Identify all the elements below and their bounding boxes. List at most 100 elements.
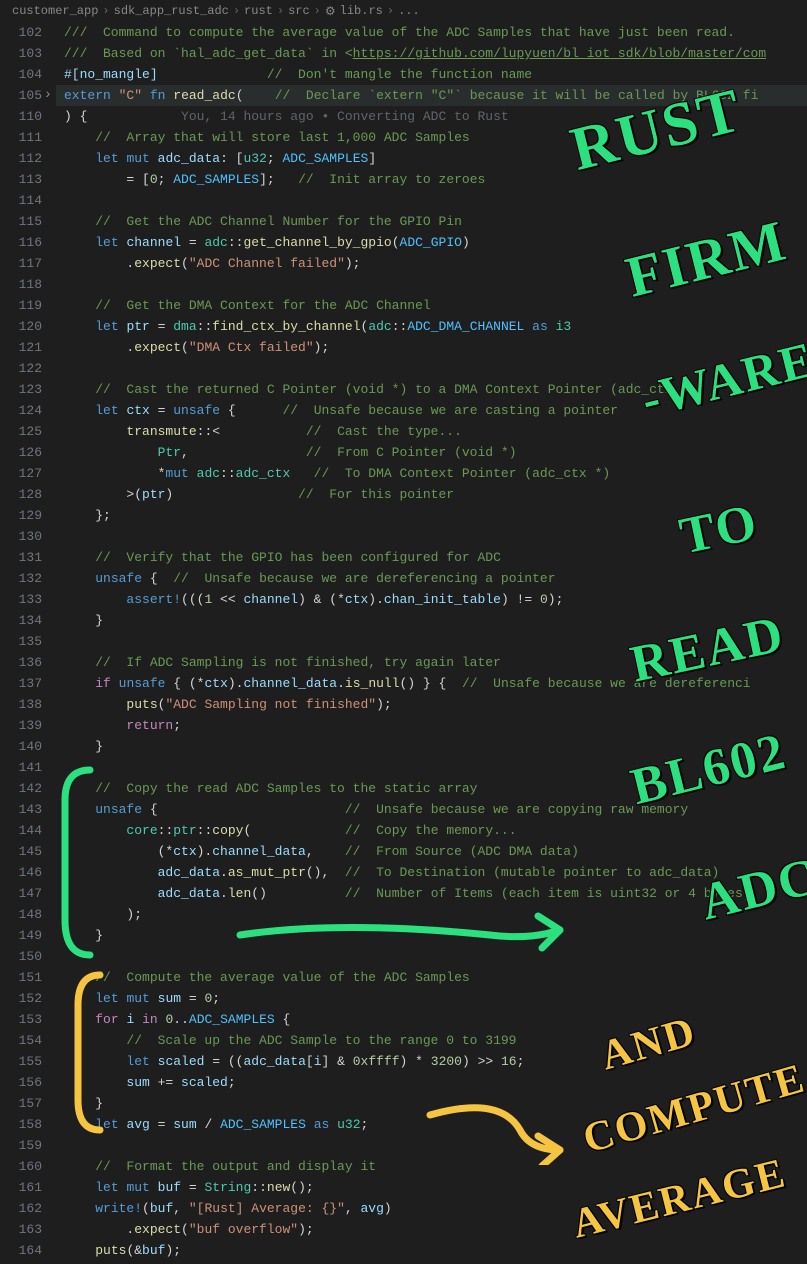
- code-line[interactable]: // Array that will store last 1,000 ADC …: [56, 127, 807, 148]
- code-line[interactable]: }: [56, 925, 807, 946]
- line-number: 124: [0, 400, 42, 421]
- code-line[interactable]: adc_data.len() // Number of Items (each …: [56, 883, 807, 904]
- code-line[interactable]: /// Based on `hal_adc_get_data` in <http…: [56, 43, 807, 64]
- code-line[interactable]: }: [56, 610, 807, 631]
- line-number: 122: [0, 358, 42, 379]
- breadcrumb-item[interactable]: lib.rs: [340, 4, 383, 18]
- line-number: 117: [0, 253, 42, 274]
- line-number: 111: [0, 127, 42, 148]
- line-number: 146: [0, 862, 42, 883]
- line-number: 151: [0, 967, 42, 988]
- code-line[interactable]: let mut sum = 0;: [56, 988, 807, 1009]
- breadcrumb-item[interactable]: customer_app: [12, 4, 98, 18]
- code-line[interactable]: for i in 0..ADC_SAMPLES {: [56, 1009, 807, 1030]
- code-line[interactable]: );: [56, 904, 807, 925]
- breadcrumb[interactable]: customer_app › sdk_app_rust_adc › rust ›…: [0, 0, 807, 22]
- line-number: 102: [0, 22, 42, 43]
- code-line[interactable]: let ptr = dma::find_ctx_by_channel(adc::…: [56, 316, 807, 337]
- code-area[interactable]: /// Command to compute the average value…: [56, 22, 807, 1264]
- code-line[interactable]: // Get the ADC Channel Number for the GP…: [56, 211, 807, 232]
- line-number: 126: [0, 442, 42, 463]
- code-line[interactable]: };: [56, 505, 807, 526]
- line-number: 130: [0, 526, 42, 547]
- line-number: 105: [0, 85, 42, 106]
- line-number: 136: [0, 652, 42, 673]
- chevron-right-icon: ›: [233, 4, 240, 18]
- line-number: 161: [0, 1177, 42, 1198]
- code-line[interactable]: [56, 757, 807, 778]
- code-line[interactable]: adc_data.as_mut_ptr(), // To Destination…: [56, 862, 807, 883]
- line-number: 158: [0, 1114, 42, 1135]
- code-line[interactable]: ) { You, 14 hours ago • Converting ADC t…: [56, 106, 807, 127]
- code-line[interactable]: let mut buf = String::new();: [56, 1177, 807, 1198]
- code-line[interactable]: // Cast the returned C Pointer (void *) …: [56, 379, 807, 400]
- line-number: 103: [0, 43, 42, 64]
- code-line[interactable]: // Verify that the GPIO has been configu…: [56, 547, 807, 568]
- code-line[interactable]: extern "C" fn read_adc( // Declare `exte…: [56, 85, 807, 106]
- line-number: 143: [0, 799, 42, 820]
- code-line[interactable]: [56, 946, 807, 967]
- line-number: 153: [0, 1009, 42, 1030]
- code-line[interactable]: [56, 526, 807, 547]
- line-number: 129: [0, 505, 42, 526]
- code-line[interactable]: Ptr, // From C Pointer (void *): [56, 442, 807, 463]
- code-line[interactable]: = [0; ADC_SAMPLES]; // Init array to zer…: [56, 169, 807, 190]
- breadcrumb-item[interactable]: ...: [398, 4, 420, 18]
- code-line[interactable]: return;: [56, 715, 807, 736]
- code-line[interactable]: assert!(((1 << channel) & (*ctx).chan_in…: [56, 589, 807, 610]
- code-line[interactable]: *mut adc::adc_ctx // To DMA Context Poin…: [56, 463, 807, 484]
- line-number: 140: [0, 736, 42, 757]
- code-line[interactable]: core::ptr::copy( // Copy the memory...: [56, 820, 807, 841]
- code-line[interactable]: [56, 274, 807, 295]
- code-line[interactable]: (*ctx).channel_data, // From Source (ADC…: [56, 841, 807, 862]
- code-line[interactable]: // Copy the read ADC Samples to the stat…: [56, 778, 807, 799]
- line-number: 138: [0, 694, 42, 715]
- code-line[interactable]: }: [56, 1093, 807, 1114]
- code-line[interactable]: }: [56, 736, 807, 757]
- code-line[interactable]: [56, 190, 807, 211]
- code-line[interactable]: puts("ADC Sampling not finished");: [56, 694, 807, 715]
- code-line[interactable]: sum += scaled;: [56, 1072, 807, 1093]
- code-line[interactable]: .expect("DMA Ctx failed");: [56, 337, 807, 358]
- line-number: 119: [0, 295, 42, 316]
- breadcrumb-item[interactable]: sdk_app_rust_adc: [114, 4, 229, 18]
- line-number: 163: [0, 1219, 42, 1240]
- code-line[interactable]: unsafe { // Unsafe because we are derefe…: [56, 568, 807, 589]
- code-line[interactable]: let mut adc_data: [u32; ADC_SAMPLES]: [56, 148, 807, 169]
- code-line[interactable]: [56, 358, 807, 379]
- line-number: 142: [0, 778, 42, 799]
- code-line[interactable]: let avg = sum / ADC_SAMPLES as u32;: [56, 1114, 807, 1135]
- code-line[interactable]: // Scale up the ADC Sample to the range …: [56, 1030, 807, 1051]
- code-line[interactable]: /// Command to compute the average value…: [56, 22, 807, 43]
- code-line[interactable]: write!(buf, "[Rust] Average: {}", avg): [56, 1198, 807, 1219]
- line-number: 159: [0, 1135, 42, 1156]
- chevron-right-icon: ›: [102, 4, 109, 18]
- line-number: 114: [0, 190, 42, 211]
- code-line[interactable]: // Compute the average value of the ADC …: [56, 967, 807, 988]
- code-line[interactable]: puts(&buf);: [56, 1240, 807, 1261]
- breadcrumb-item[interactable]: src: [288, 4, 310, 18]
- code-line[interactable]: // Get the DMA Context for the ADC Chann…: [56, 295, 807, 316]
- code-line[interactable]: let ctx = unsafe { // Unsafe because we …: [56, 400, 807, 421]
- code-editor[interactable]: 1021031041051101111121131141151161171181…: [0, 22, 807, 1264]
- code-line[interactable]: [56, 1135, 807, 1156]
- code-line[interactable]: unsafe { // Unsafe because we are copyin…: [56, 799, 807, 820]
- line-number: 145: [0, 841, 42, 862]
- line-number: 113: [0, 169, 42, 190]
- code-line[interactable]: >(ptr) // For this pointer: [56, 484, 807, 505]
- line-number: 144: [0, 820, 42, 841]
- code-line[interactable]: // Format the output and display it: [56, 1156, 807, 1177]
- code-line[interactable]: .expect("ADC Channel failed");: [56, 253, 807, 274]
- code-line[interactable]: #[no_mangle] // Don't mangle the functio…: [56, 64, 807, 85]
- line-number: 118: [0, 274, 42, 295]
- code-line[interactable]: // If ADC Sampling is not finished, try …: [56, 652, 807, 673]
- code-line[interactable]: let channel = adc::get_channel_by_gpio(A…: [56, 232, 807, 253]
- code-line[interactable]: if unsafe { (*ctx).channel_data.is_null(…: [56, 673, 807, 694]
- line-number: 125: [0, 421, 42, 442]
- breadcrumb-item[interactable]: rust: [244, 4, 273, 18]
- code-line[interactable]: [56, 631, 807, 652]
- code-line[interactable]: let scaled = ((adc_data[i] & 0xffff) * 3…: [56, 1051, 807, 1072]
- code-line[interactable]: .expect("buf overflow");: [56, 1219, 807, 1240]
- code-line[interactable]: transmute::< // Cast the type...: [56, 421, 807, 442]
- chevron-right-icon: ›: [314, 4, 321, 18]
